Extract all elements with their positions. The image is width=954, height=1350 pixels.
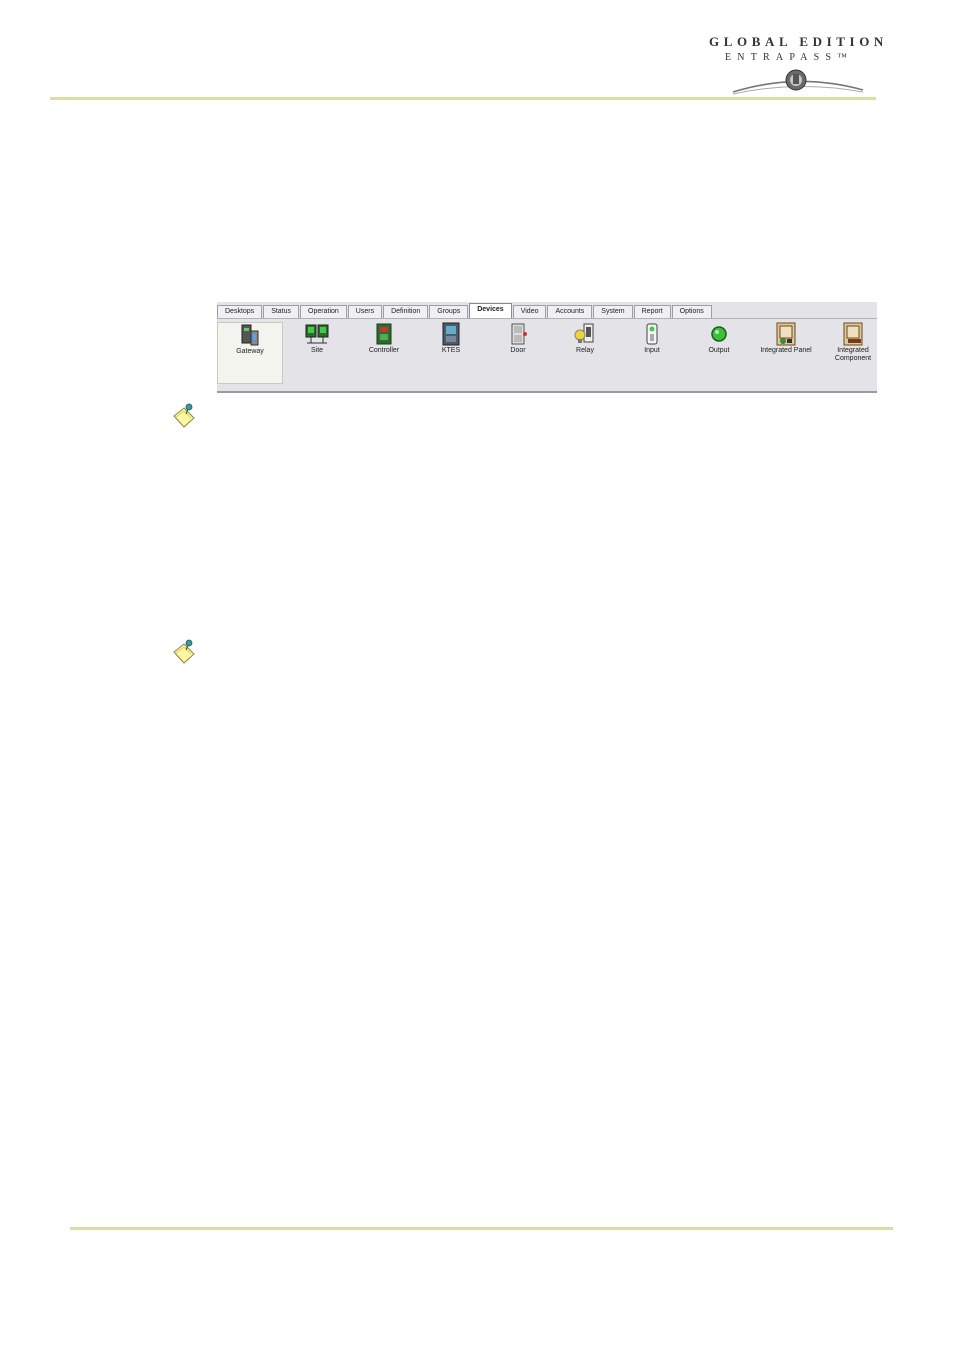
devices-toolbar: Desktops Status Operation Users Definition Gr… — [217, 302, 877, 393]
controller-label: Controller — [368, 347, 400, 354]
footer-rule — [70, 1227, 893, 1230]
relay-label: Relay — [576, 347, 594, 354]
integrated-component-icon — [843, 322, 863, 346]
tab-options[interactable]: Options — [671, 305, 712, 318]
tab-accounts[interactable]: Accounts — [547, 305, 593, 318]
output-button[interactable]: Output — [686, 322, 752, 384]
output-label: Output — [708, 347, 730, 354]
logo-line1: GLOBAL EDITION — [709, 34, 888, 49]
tab-strip-line — [217, 318, 877, 319]
gateway-icon — [241, 324, 259, 346]
tab-devices[interactable]: Devices — [469, 303, 512, 318]
relay-button[interactable]: Relay — [552, 322, 618, 384]
toolbar-items: Gateway Site Controller KTES Door Relay Input O… — [217, 320, 877, 388]
door-icon — [511, 323, 527, 345]
tab-users[interactable]: Users — [347, 305, 383, 318]
tab-system[interactable]: System — [593, 305, 633, 318]
tab-report[interactable]: Report — [633, 305, 671, 318]
input-icon — [646, 323, 658, 345]
note-icon — [173, 403, 195, 428]
ktes-label: KTES — [441, 347, 461, 354]
site-button[interactable]: Site — [284, 322, 350, 384]
controller-button[interactable]: Controller — [351, 322, 417, 384]
note-icon — [173, 639, 195, 664]
tab-definition[interactable]: Definition — [383, 305, 429, 318]
door-button[interactable]: Door — [485, 322, 551, 384]
tab-operation[interactable]: Operation — [300, 305, 347, 318]
gateway-label: Gateway — [236, 348, 264, 355]
site-icon — [305, 324, 329, 344]
tab-status[interactable]: Status — [263, 305, 300, 318]
relay-icon — [574, 323, 594, 343]
tab-desktops[interactable]: Desktops — [217, 305, 263, 318]
tab-groups[interactable]: Groups — [429, 305, 469, 318]
input-button[interactable]: Input — [619, 322, 685, 384]
gateway-button[interactable]: Gateway — [217, 322, 283, 384]
input-label: Input — [644, 347, 660, 354]
toolbar-tabs: Desktops Status Operation Users Definition Gr… — [217, 303, 713, 319]
header-rule — [50, 97, 876, 100]
entrapass-logo: GLOBAL EDITION ENTRAPASS™ — [703, 30, 893, 100]
logo-swoosh-icon — [732, 69, 864, 95]
integrated-component-label: Integrated Component — [834, 347, 872, 362]
ktes-button[interactable]: KTES — [418, 322, 484, 384]
integrated-panel-button[interactable]: Integrated Panel — [753, 322, 819, 384]
tab-video[interactable]: Video — [512, 305, 547, 318]
site-label: Site — [310, 347, 324, 354]
integrated-component-button[interactable]: Integrated Component — [820, 322, 886, 384]
integrated-panel-icon — [776, 322, 796, 346]
door-label: Door — [510, 347, 526, 354]
output-icon — [711, 326, 727, 342]
controller-icon — [376, 323, 392, 345]
integrated-panel-label: Integrated Panel — [760, 347, 812, 354]
ktes-icon — [442, 322, 460, 346]
